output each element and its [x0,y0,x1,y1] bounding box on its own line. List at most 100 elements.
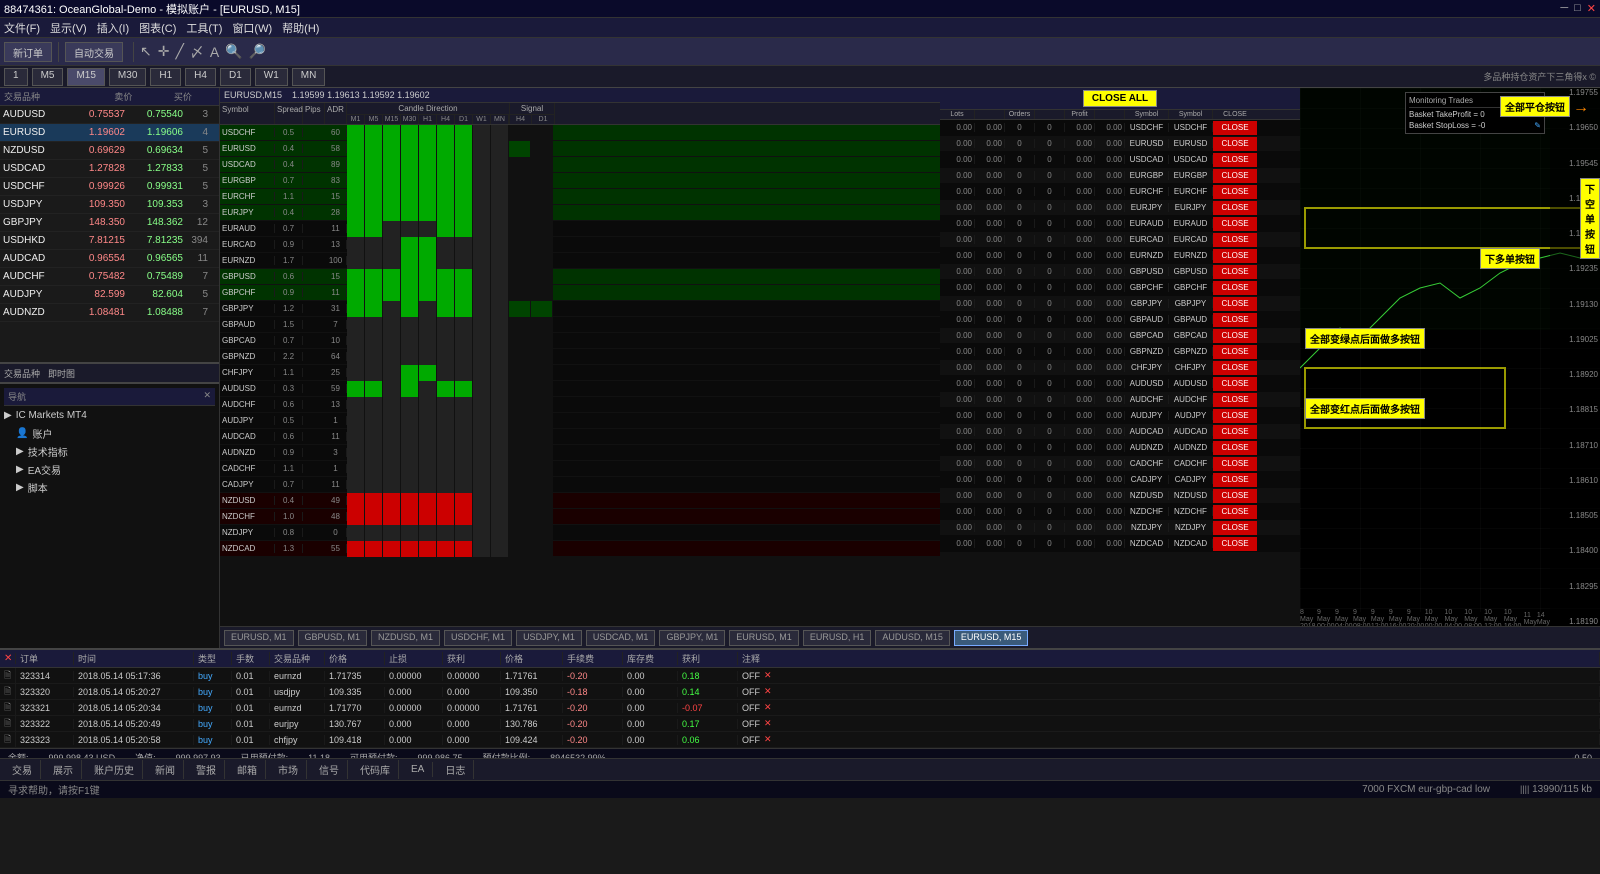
nav-scripts[interactable]: ▶ 脚本 [4,478,215,496]
symbol-row-audjpy[interactable]: AUDJPY 82.599 82.604 5 [0,286,219,304]
menu-tools[interactable]: 工具(T) [186,20,222,36]
chart-area[interactable]: 1.19755 1.19650 1.19545 1.19440 1.19340 … [1300,88,1600,626]
close-position-btn[interactable]: CLOSE [1213,249,1257,263]
symbol-row-audusd[interactable]: AUDUSD 0.75537 0.75540 3 [0,106,219,124]
menu-help[interactable]: 帮助(H) [282,20,319,36]
close-position-btn[interactable]: CLOSE [1213,233,1257,247]
signal-row[interactable]: AUDJPY 0.5 1 [220,413,940,429]
zoom-in-icon[interactable]: 🔍 [225,43,242,60]
basket-sl-edit-icon[interactable]: ✎ [1534,121,1541,130]
signal-row[interactable]: CADCHF 1.1 1 [220,461,940,477]
close-position-btn[interactable]: CLOSE [1213,441,1257,455]
close-position-btn[interactable]: CLOSE [1213,377,1257,391]
tab-mn[interactable]: MN [292,68,326,86]
close-btn[interactable]: ✕ [1587,2,1596,15]
signal-row[interactable]: EURJPY 0.4 28 [220,205,940,221]
chart-tab-eurusd-m1b[interactable]: EURUSD, M1 [729,630,799,646]
close-all-button[interactable]: CLOSE ALL [1083,90,1157,107]
menu-file[interactable]: 文件(F) [4,20,40,36]
menu-insert[interactable]: 插入(I) [97,20,129,36]
close-position-btn[interactable]: CLOSE [1213,137,1257,151]
signal-row[interactable]: USDCAD 0.4 89 [220,157,940,173]
close-position-btn[interactable]: CLOSE [1213,281,1257,295]
close-position-btn[interactable]: CLOSE [1213,153,1257,167]
tab-m30[interactable]: M30 [109,68,146,86]
trend-line-icon[interactable]: 〆 [190,42,204,62]
symbol-row-usdhkd[interactable]: USDHKD 7.81215 7.81235 394 [0,232,219,250]
signal-row[interactable]: AUDCAD 0.6 11 [220,429,940,445]
chart-tab-eurusd-m15[interactable]: EURUSD, M15 [954,630,1029,646]
signal-row[interactable]: GBPCAD 0.7 10 [220,333,940,349]
close-position-btn[interactable]: CLOSE [1213,121,1257,135]
order-row[interactable]: 🗎 323320 2018.05.14 05:20:27 buy 0.01 us… [0,684,1600,700]
tab-d1[interactable]: D1 [220,68,251,86]
order-row[interactable]: 🗎 323321 2018.05.14 05:20:34 buy 0.01 eu… [0,700,1600,716]
order-row[interactable]: 🗎 323323 2018.05.14 05:20:58 buy 0.01 ch… [0,732,1600,748]
new-order-btn[interactable]: 新订单 [4,42,52,62]
signal-row[interactable]: NZDUSD 0.4 49 [220,493,940,509]
signal-row[interactable]: AUDCHF 0.6 13 [220,397,940,413]
order-row[interactable]: 🗎 323314 2018.05.14 05:17:36 buy 0.01 eu… [0,668,1600,684]
auto-trade-btn[interactable]: 自动交易 [65,42,123,62]
chart-tab-usdjpy-m1[interactable]: USDJPY, M1 [516,630,582,646]
exchange-products-tab[interactable]: 交易品种 [4,367,40,380]
nav-indicators[interactable]: ▶ 技术指标 [4,442,215,460]
signal-row[interactable]: USDCHF 0.5 60 [220,125,940,141]
tab-history[interactable]: 账户历史 [86,760,143,779]
signal-row[interactable]: EURCHF 1.1 15 [220,189,940,205]
close-position-btn[interactable]: CLOSE [1213,521,1257,535]
tab-news[interactable]: 新闻 [147,760,184,779]
order-close-icon[interactable]: ✕ [764,686,772,697]
tab-orders[interactable]: 交易 [4,760,41,779]
signal-row[interactable]: EURGBP 0.7 83 [220,173,940,189]
tab-ea[interactable]: EA [403,762,433,777]
order-close-icon[interactable]: ✕ [764,734,772,745]
close-position-btn[interactable]: CLOSE [1213,297,1257,311]
close-position-btn[interactable]: CLOSE [1213,265,1257,279]
menu-view[interactable]: 显示(V) [50,20,87,36]
minimize-btn[interactable]: ─ [1560,2,1568,15]
close-position-btn[interactable]: CLOSE [1213,457,1257,471]
close-position-btn[interactable]: CLOSE [1213,169,1257,183]
symbol-row-audnzd[interactable]: AUDNZD 1.08481 1.08488 7 [0,304,219,322]
close-position-btn[interactable]: CLOSE [1213,329,1257,343]
symbol-row-eurusd[interactable]: EURUSD 1.19602 1.19606 4 [0,124,219,142]
close-position-btn[interactable]: CLOSE [1213,489,1257,503]
order-close-icon[interactable]: ✕ [764,702,772,713]
tab-m15[interactable]: M15 [67,68,104,86]
tab-account[interactable]: 展示 [45,760,82,779]
menu-window[interactable]: 窗口(W) [232,20,272,36]
order-del-btn[interactable]: 🗎 [0,732,16,748]
symbol-row-usdcad[interactable]: USDCAD 1.27828 1.27833 5 [0,160,219,178]
order-del-btn[interactable]: 🗎 [0,684,16,700]
close-position-btn[interactable]: CLOSE [1213,201,1257,215]
signal-row[interactable]: NZDJPY 0.8 0 [220,525,940,541]
signal-row[interactable]: EURUSD 0.4 58 [220,141,940,157]
symbol-row-nzdusd[interactable]: NZDUSD 0.69629 0.69634 5 [0,142,219,160]
close-position-btn[interactable]: CLOSE [1213,361,1257,375]
order-del-btn[interactable]: 🗎 [0,668,16,684]
chart-tab-usdchf-m1[interactable]: USDCHF, M1 [444,630,512,646]
tab-m5[interactable]: M5 [32,68,64,86]
nav-accounts[interactable]: 👤 账户 [4,424,215,442]
chart-tab-audusd-m15[interactable]: AUDUSD, M15 [875,630,950,646]
signal-row[interactable]: AUDUSD 0.3 59 [220,381,940,397]
chart-tab-gbpjpy-m1[interactable]: GBPJPY, M1 [659,630,725,646]
tab-h1[interactable]: H1 [150,68,181,86]
tab-mailbox[interactable]: 邮箱 [229,760,266,779]
signal-row[interactable]: GBPCHF 0.9 11 [220,285,940,301]
nav-ic-markets[interactable]: ▶ IC Markets MT4 [4,406,215,424]
navigator-close-icon[interactable]: ✕ [203,390,211,403]
close-position-btn[interactable]: CLOSE [1213,185,1257,199]
tab-codebook[interactable]: 代码库 [352,760,399,779]
tab-journal[interactable]: 日志 [437,760,474,779]
close-position-btn[interactable]: CLOSE [1213,505,1257,519]
symbol-row-audcad[interactable]: AUDCAD 0.96554 0.96565 11 [0,250,219,268]
signal-row[interactable]: EURCAD 0.9 13 [220,237,940,253]
close-position-btn[interactable]: CLOSE [1213,409,1257,423]
tab-market[interactable]: 市场 [270,760,307,779]
tab-h4[interactable]: H4 [185,68,216,86]
close-position-btn[interactable]: CLOSE [1213,393,1257,407]
symbol-row-usdjpy[interactable]: USDJPY 109.350 109.353 3 [0,196,219,214]
text-icon[interactable]: A [210,44,219,60]
